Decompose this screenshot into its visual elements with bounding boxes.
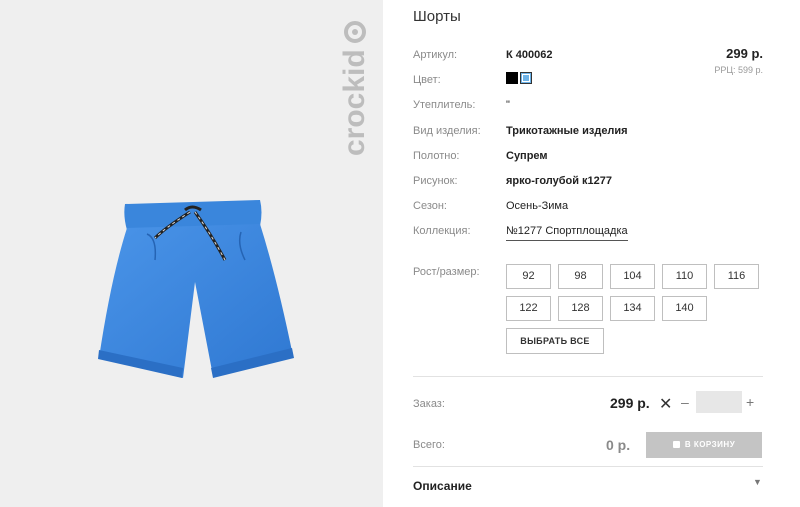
divider — [413, 376, 763, 377]
price-block: 299 р. РРЦ: 599 р. — [714, 46, 763, 75]
brand-logo-text: crockid — [338, 49, 371, 156]
spec-label: Коллекция: — [413, 225, 471, 237]
spec-value: " — [506, 99, 510, 111]
size-button[interactable]: 110 — [662, 264, 707, 289]
color-swatches — [506, 72, 532, 84]
spec-label: Полотно: — [413, 150, 460, 162]
spec-label: Цвет: — [413, 74, 441, 86]
quantity-input[interactable] — [696, 391, 742, 413]
spec-value: Трикотажные изделия — [506, 125, 628, 137]
chevron-down-icon[interactable]: ▼ — [753, 477, 762, 487]
color-swatch-blue[interactable] — [520, 72, 532, 84]
size-button[interactable]: 128 — [558, 296, 603, 321]
description-toggle[interactable]: Описание — [413, 479, 472, 493]
increment-button[interactable]: + — [746, 394, 754, 410]
order-label: Заказ: — [413, 398, 445, 410]
size-button[interactable]: 140 — [662, 296, 707, 321]
select-all-button[interactable]: ВЫБРАТЬ ВСЕ — [506, 328, 604, 354]
spec-label: Рисунок: — [413, 175, 458, 187]
collection-link[interactable]: №1277 Спортплощадка — [506, 224, 628, 241]
spec-label: Сезон: — [413, 200, 447, 212]
product-info-panel: Шорты 299 р. РРЦ: 599 р. Артикул: К 4000… — [413, 0, 763, 507]
total-value: 0 р. — [606, 437, 631, 453]
product-image-panel[interactable]: crockid — [0, 0, 383, 507]
decrement-button[interactable]: – — [681, 394, 689, 410]
page-title: Шорты — [413, 8, 461, 25]
sizes-label: Рост/размер: — [413, 266, 480, 278]
price: 299 р. — [726, 46, 763, 61]
spec-value: Супрем — [506, 150, 548, 162]
order-price: 299 р. — [610, 395, 650, 411]
size-button[interactable]: 92 — [506, 264, 551, 289]
add-to-cart-button[interactable]: В КОРЗИНУ — [646, 432, 762, 458]
size-button[interactable]: 134 — [610, 296, 655, 321]
spec-label: Артикул: — [413, 49, 458, 61]
add-to-cart-label: В КОРЗИНУ — [684, 440, 736, 449]
size-button[interactable]: 98 — [558, 264, 603, 289]
size-button[interactable]: 122 — [506, 296, 551, 321]
recommended-price: РРЦ: 599 р. — [714, 65, 763, 75]
size-button[interactable]: 104 — [610, 264, 655, 289]
brand-logo: crockid — [338, 18, 372, 158]
product-photo-shorts — [98, 200, 294, 378]
spec-label: Утеплитель: — [413, 99, 476, 111]
times-icon: ✕ — [659, 396, 673, 413]
spec-value: Осень-Зима — [506, 200, 569, 212]
bag-icon — [672, 441, 680, 448]
spec-value: К 400062 — [506, 49, 553, 61]
color-swatch-black[interactable] — [506, 72, 518, 84]
divider — [413, 466, 763, 467]
spec-label: Вид изделия: — [413, 125, 481, 137]
total-label: Всего: — [413, 439, 445, 451]
spec-value: ярко-голубой к1277 — [506, 175, 613, 187]
size-button[interactable]: 116 — [714, 264, 759, 289]
